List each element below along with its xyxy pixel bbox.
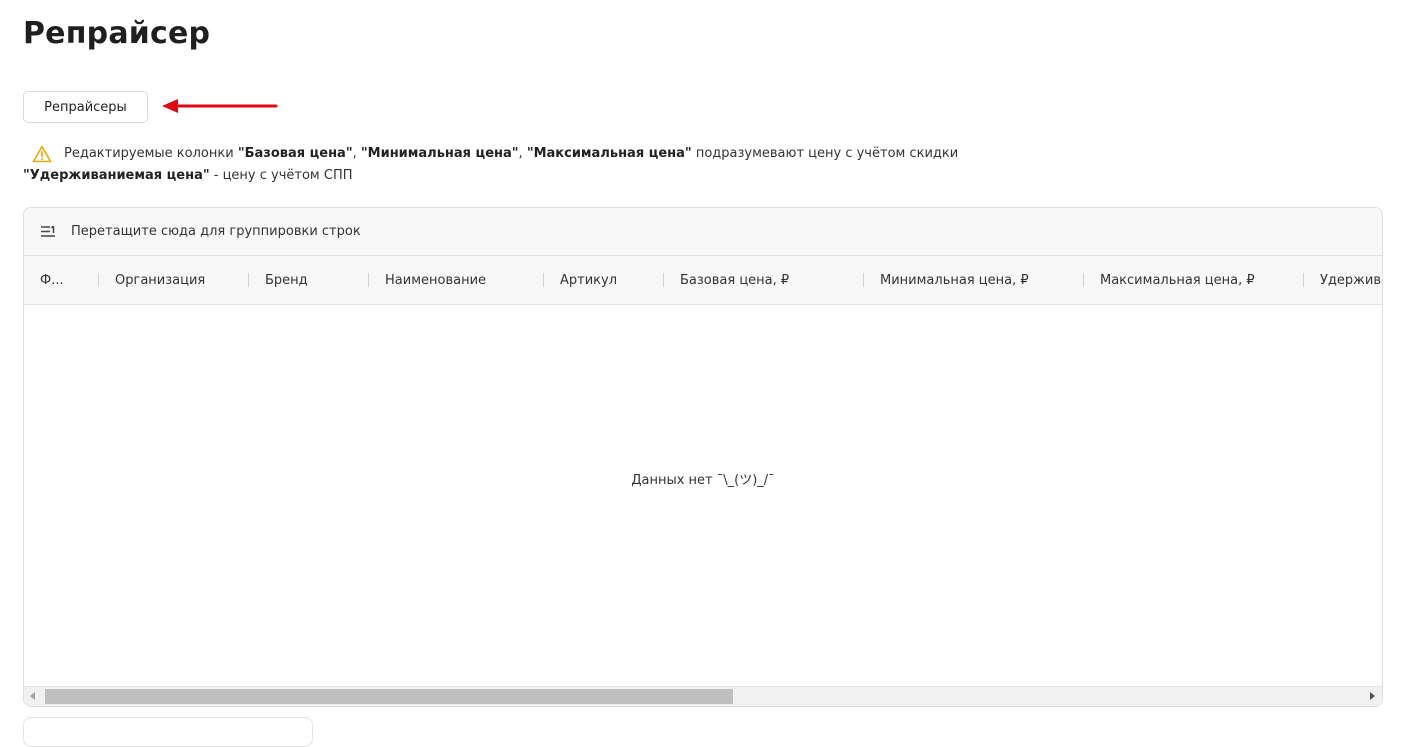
group-panel-label: Перетащите сюда для группировки строк — [71, 224, 361, 239]
column-resize-handle[interactable] — [863, 273, 864, 287]
column-resize-handle[interactable] — [543, 273, 544, 287]
column-header-max-price[interactable]: Максимальная цена, ₽ — [1100, 256, 1300, 304]
column-resize-handle[interactable] — [1303, 273, 1304, 287]
notice-line-1: Редактируемые колонки "Базовая цена", "М… — [64, 146, 959, 161]
price-columns-notice: Редактируемые колонки "Базовая цена", "М… — [23, 143, 1123, 187]
scroll-right-arrow-icon[interactable] — [1370, 692, 1375, 700]
column-resize-handle[interactable] — [248, 273, 249, 287]
notice-line-2: "Удерживаниемая цена" - цену с учётом СП… — [23, 168, 353, 183]
grid-body: Данных нет ¯\_(ツ)_/¯ — [24, 305, 1382, 685]
column-header-article[interactable]: Артикул — [560, 256, 660, 304]
repricers-button[interactable]: Репрайсеры — [23, 91, 148, 123]
column-header-hold-price[interactable]: Удерживаемая цена, ₽ — [1320, 256, 1382, 304]
red-arrow-annotation — [162, 99, 278, 113]
horizontal-scrollbar[interactable] — [24, 686, 1382, 706]
grid-header-row: Ф... Организация Бренд Наименование Арти… — [24, 256, 1382, 305]
group-rows-icon — [40, 224, 56, 239]
column-header-min-price[interactable]: Минимальная цена, ₽ — [880, 256, 1080, 304]
page-title: Репрайсер — [23, 16, 211, 51]
column-resize-handle[interactable] — [1083, 273, 1084, 287]
column-header-organization[interactable]: Организация — [115, 256, 245, 304]
scroll-left-arrow-icon[interactable] — [30, 692, 35, 700]
repricer-data-grid: Перетащите сюда для группировки строк Ф.… — [23, 207, 1383, 707]
bottom-panel — [23, 717, 313, 747]
column-resize-handle[interactable] — [663, 273, 664, 287]
no-data-message: Данных нет ¯\_(ツ)_/¯ — [631, 473, 775, 488]
column-resize-handle[interactable] — [98, 273, 99, 287]
column-header-name[interactable]: Наименование — [385, 256, 535, 304]
column-resize-handle[interactable] — [368, 273, 369, 287]
warning-icon — [32, 145, 52, 163]
group-by-drop-panel[interactable]: Перетащите сюда для группировки строк — [24, 208, 1382, 256]
column-header-brand[interactable]: Бренд — [265, 256, 365, 304]
column-header-f[interactable]: Ф... — [40, 256, 70, 304]
column-header-base-price[interactable]: Базовая цена, ₽ — [680, 256, 860, 304]
scrollbar-thumb[interactable] — [45, 689, 733, 704]
